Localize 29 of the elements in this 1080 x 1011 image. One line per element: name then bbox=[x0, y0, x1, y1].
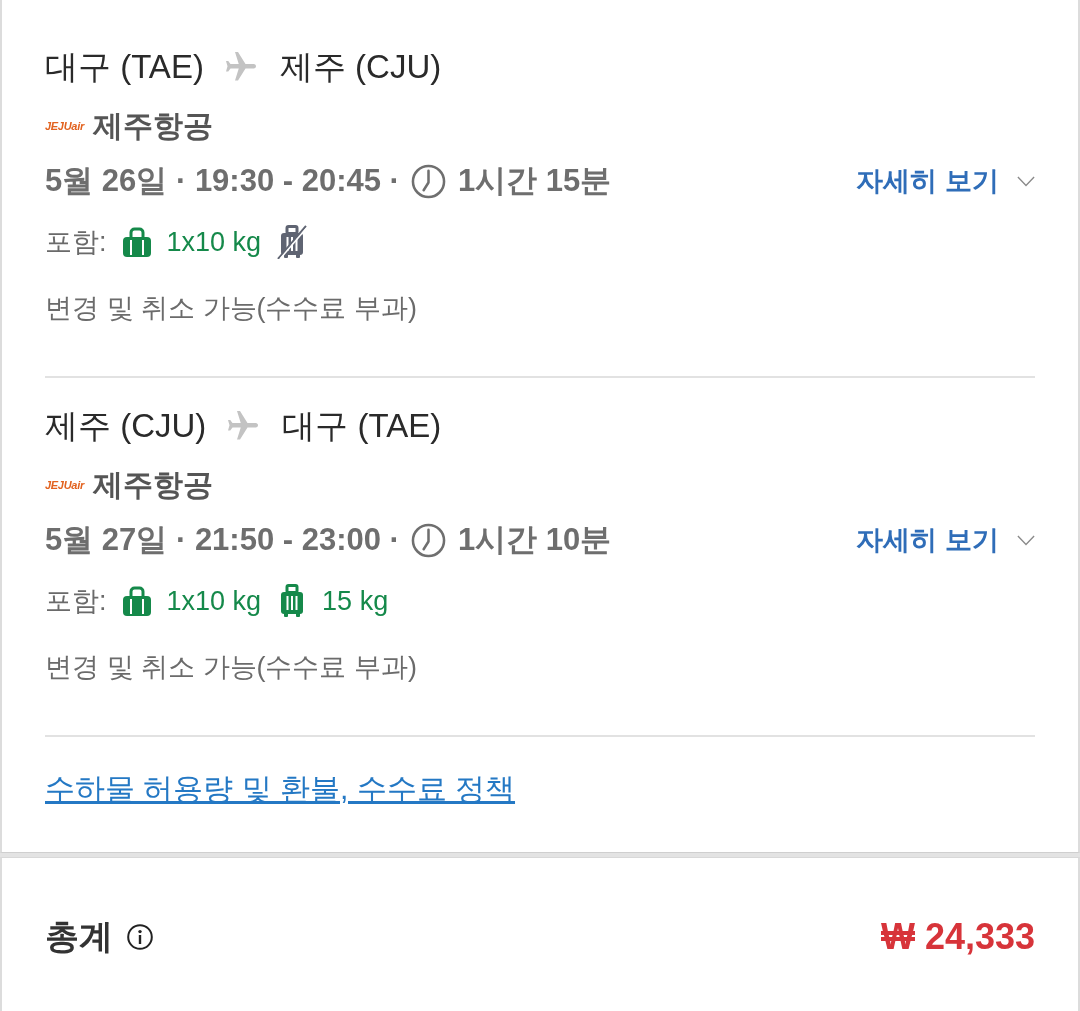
flight-schedule: 5월 27일 · 21:50 - 23:00 · bbox=[45, 521, 400, 559]
airline-name: 제주항공 bbox=[92, 466, 213, 503]
baggage-allowance: 1x10 kg bbox=[166, 585, 262, 617]
clock-icon bbox=[410, 163, 446, 199]
clock-icon bbox=[410, 522, 446, 558]
airline-name: 제주항공 bbox=[92, 107, 213, 144]
route-origin: 제주 (CJU) bbox=[45, 405, 207, 446]
change-policy-text: 변경 및 취소 가능(수수료 부과) bbox=[45, 292, 417, 325]
airline-logo: JEJUair bbox=[45, 479, 84, 491]
included-label: 포함: bbox=[45, 585, 107, 618]
route-destination: 대구 (TAE) bbox=[282, 405, 442, 446]
policy-link[interactable]: 수하물 허용량 및 환불, 수수료 정책 bbox=[45, 768, 515, 810]
baggage-allowance: 15 kg bbox=[322, 585, 389, 617]
airplane-icon bbox=[228, 411, 259, 441]
flight-duration: 1시간 15분 bbox=[457, 162, 612, 200]
change-policy-text: 변경 및 취소 가능(수수료 부과) bbox=[45, 651, 417, 684]
details-button[interactable]: 자세히 보기 bbox=[856, 522, 1035, 558]
details-button[interactable]: 자세히 보기 bbox=[856, 163, 1035, 199]
total-label: 총계 bbox=[45, 916, 113, 957]
flight-schedule: 5월 26일 · 19:30 - 20:45 · bbox=[45, 162, 400, 200]
route-destination: 제주 (CJU) bbox=[279, 46, 442, 87]
airplane-icon bbox=[225, 52, 256, 82]
airline-logo: JEJUair bbox=[45, 120, 84, 132]
route-origin: 대구 (TAE) bbox=[45, 46, 204, 87]
flight-duration: 1시간 10분 bbox=[457, 521, 612, 559]
baggage-allowance: 1x10 kg bbox=[166, 226, 262, 258]
total-price: ₩ 24,333 bbox=[880, 916, 1035, 958]
info-icon[interactable] bbox=[127, 924, 153, 950]
included-label: 포함: bbox=[45, 226, 107, 259]
